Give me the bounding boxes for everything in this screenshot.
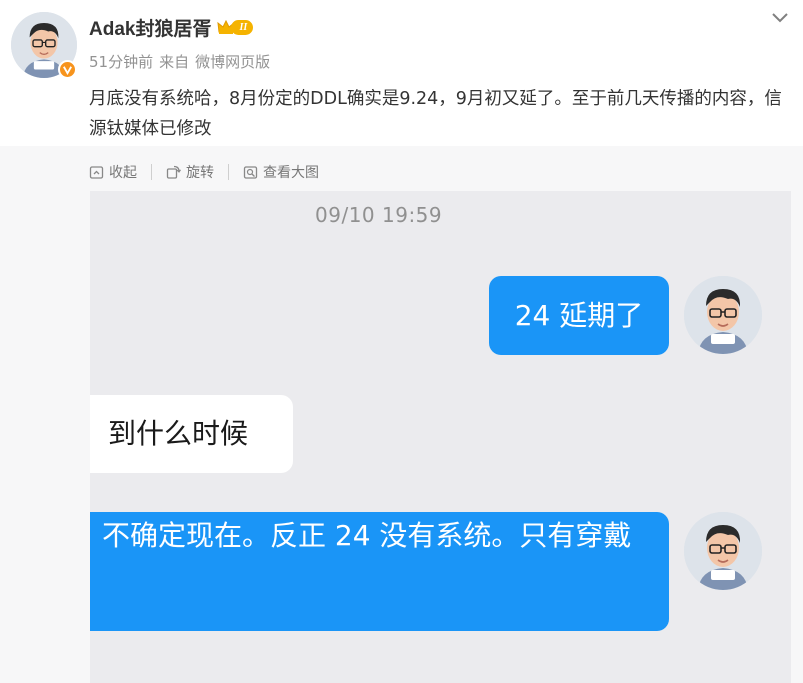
- message-bubble-outgoing: 不确定现在。反正 24 没有系统。只有穿戴: [90, 512, 669, 631]
- author-row: Adak封狼居胥 II: [89, 13, 254, 41]
- rotate-label: 旋转: [186, 165, 214, 181]
- chat-avatar: [684, 512, 762, 590]
- post-text: 月底没有系统哈，8月份定的DDL确实是9.24，9月初又延了。至于前几天传播的内…: [89, 89, 782, 139]
- message-text: 不确定现在。反正 24 没有系统。只有穿戴: [102, 519, 632, 552]
- avatar-cartoon: [684, 512, 762, 590]
- author-name[interactable]: Adak封狼居胥: [89, 14, 211, 41]
- message-text: 到什么时候: [108, 417, 249, 450]
- post-meta: 51分钟前 来自 微博网页版: [89, 51, 270, 72]
- chat-screenshot[interactable]: 09/10 19:59 24 延期了 到什么时候 不确定现在。反正 24 没有系…: [90, 191, 791, 683]
- collapse-label: 收起: [109, 165, 137, 181]
- level-badge[interactable]: II: [217, 18, 254, 36]
- collapse-icon: [89, 165, 104, 179]
- toolbar-divider: [228, 164, 229, 180]
- view-large-icon: [243, 165, 258, 179]
- message-bubble-outgoing: 24 延期了: [489, 276, 669, 355]
- source-prefix: 来自: [159, 53, 190, 71]
- rotate-button[interactable]: 旋转: [166, 162, 214, 182]
- view-large-button[interactable]: 查看大图: [243, 162, 319, 182]
- collapse-button[interactable]: 收起: [89, 162, 137, 182]
- post-time[interactable]: 51分钟前: [89, 51, 153, 72]
- chevron-down-icon: [772, 13, 788, 23]
- message-bubble-incoming: 到什么时候: [90, 395, 293, 473]
- level-text: II: [231, 19, 254, 35]
- media-toolbar: 收起 旋转 查看大图: [89, 160, 319, 184]
- avatar-cartoon: [684, 276, 762, 354]
- chat-timestamp: 09/10 19:59: [315, 203, 443, 227]
- verified-v-icon: [58, 60, 77, 79]
- chat-avatar: [684, 276, 762, 354]
- post-menu-button[interactable]: [769, 10, 791, 26]
- toolbar-divider: [151, 164, 152, 180]
- view-large-label: 查看大图: [263, 165, 319, 181]
- rotate-icon: [166, 165, 181, 179]
- message-text: 24 延期了: [514, 298, 644, 332]
- post-source[interactable]: 微博网页版: [195, 51, 270, 72]
